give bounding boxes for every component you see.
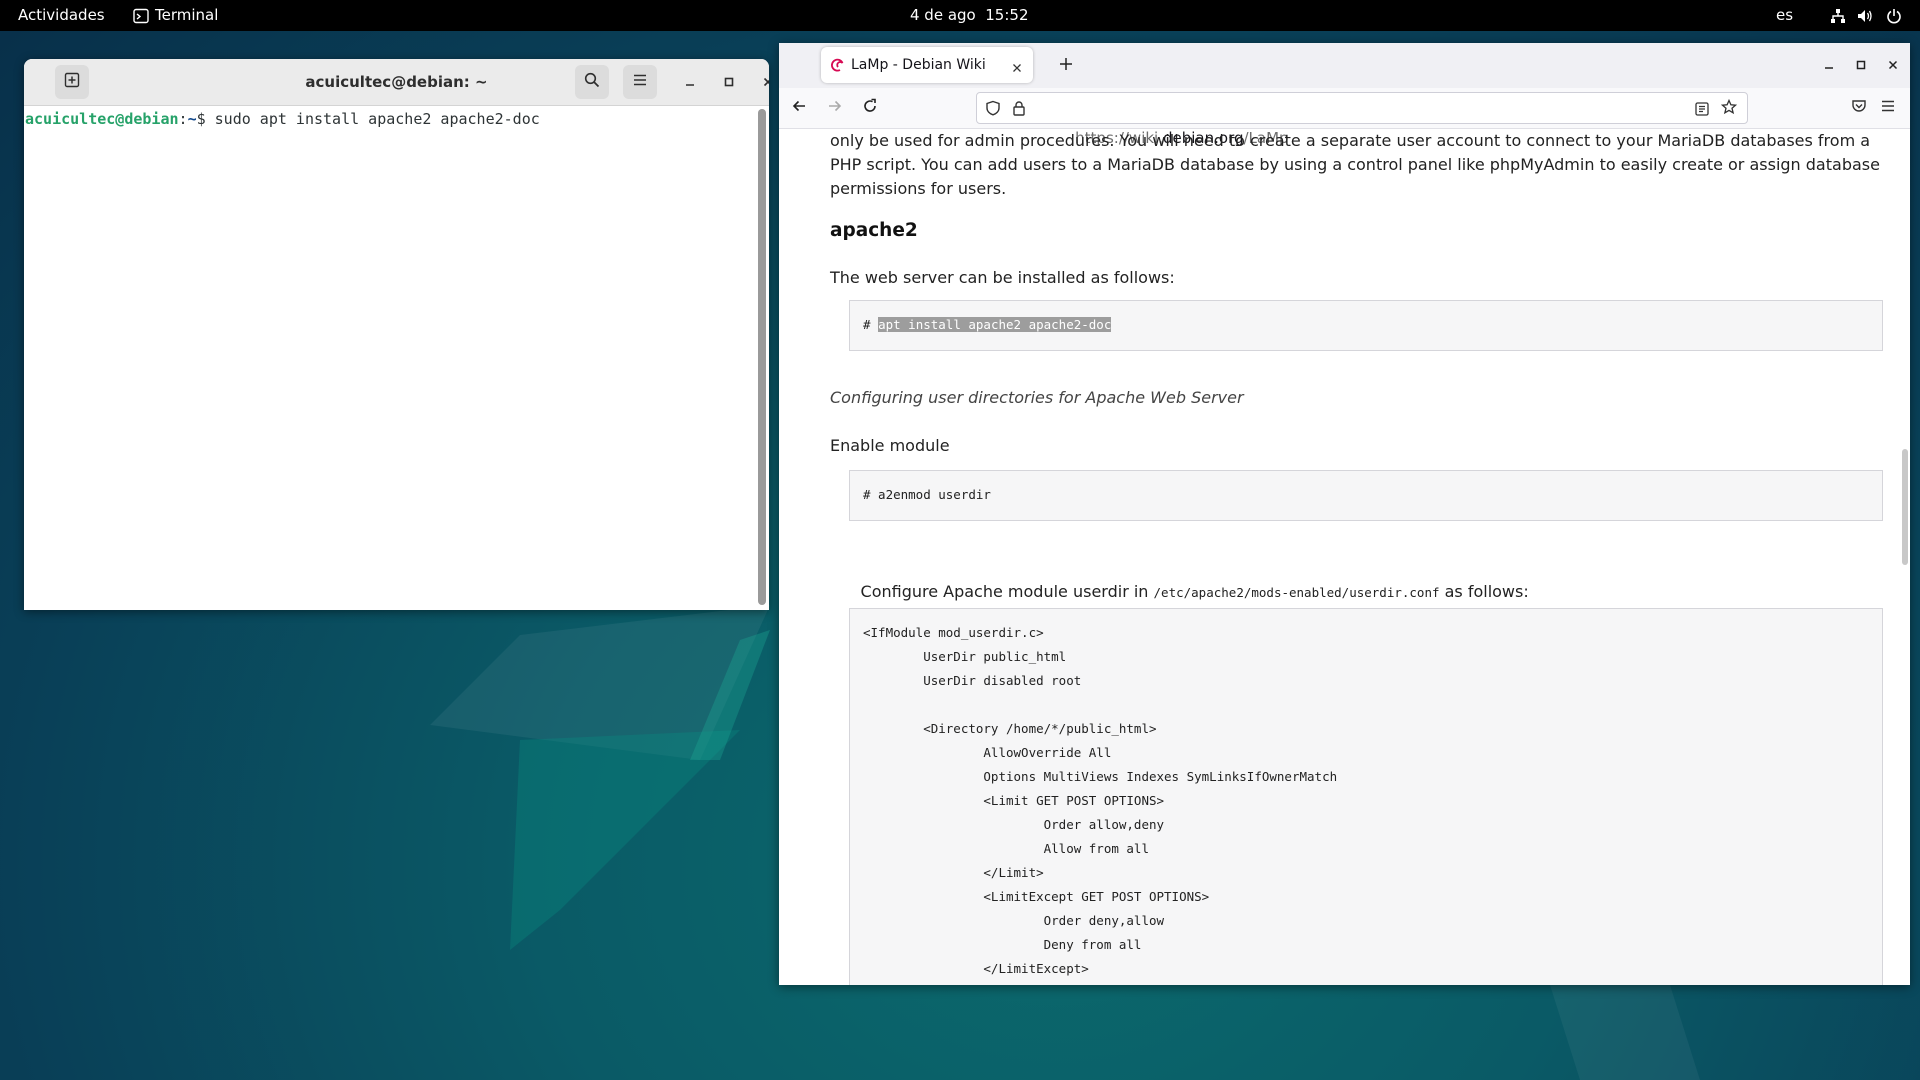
lock-icon[interactable]: [1011, 100, 1027, 120]
hamburger-icon: [632, 72, 648, 92]
forward-button[interactable]: [825, 98, 845, 118]
url-bar[interactable]: https://wiki.debian.org/LaMp: [976, 92, 1748, 147]
enable-code-block[interactable]: # a2enmod userdir: [849, 470, 1883, 521]
keyboard-layout-indicator[interactable]: es: [1776, 0, 1793, 31]
search-icon: [584, 72, 600, 92]
page-content[interactable]: only be used for admin procedures. You w…: [779, 129, 1910, 985]
intro-line-2: PHP script. You can add users to a Maria…: [830, 155, 1880, 174]
intro-line-3: permissions for users.: [830, 179, 1007, 198]
configure-suffix: as follows:: [1439, 582, 1529, 601]
tab-lamp-debian-wiki[interactable]: LaMp - Debian Wiki: [821, 47, 1033, 83]
app-menu-terminal[interactable]: Terminal: [133, 0, 218, 31]
tracking-protection-shield-icon[interactable]: [985, 100, 1001, 120]
clock[interactable]: 4 de ago 15:52: [910, 0, 1028, 31]
config-line: Order deny,allow: [863, 913, 1165, 928]
terminal-title: acuicultec@debian: ~: [305, 73, 488, 91]
config-line: UserDir disabled root: [863, 673, 1082, 688]
plus-icon: [1059, 56, 1073, 75]
minimize-icon: [684, 73, 696, 92]
prompt-separator: :: [178, 110, 188, 128]
config-line: Order allow,deny: [863, 817, 1165, 832]
tab-title: LaMp - Debian Wiki: [851, 57, 986, 73]
install-code-hash: #: [863, 317, 879, 332]
terminal-command: sudo apt install apache2 apache2-doc: [205, 110, 540, 128]
back-button[interactable]: [789, 98, 809, 118]
prompt-path: ~: [187, 110, 197, 128]
config-line: UserDir public_html: [863, 649, 1067, 664]
maximize-icon: [723, 73, 735, 92]
new-tab-icon: [64, 72, 80, 92]
userdir-subheading: Configuring user directories for Apache …: [830, 388, 1244, 407]
config-line: <IfModule mod_userdir.c>: [863, 625, 1044, 640]
terminal-scrollbar[interactable]: [758, 109, 766, 605]
intro-paragraph: only be used for admin procedures. You w…: [830, 129, 1880, 201]
debian-swirl-icon: [830, 57, 846, 77]
power-icon[interactable]: [1886, 8, 1902, 24]
browser-close-button[interactable]: [1885, 57, 1901, 73]
config-line: </Limit>: [863, 865, 1044, 880]
reload-icon: [862, 98, 878, 118]
terminal-window[interactable]: acuicultec@debian: ~ acuicultec@debian:~: [24, 59, 769, 610]
pocket-button[interactable]: [1850, 99, 1868, 117]
userdir-config-code-block[interactable]: <IfModule mod_userdir.c> UserDir public_…: [849, 608, 1883, 985]
terminal-headerbar[interactable]: acuicultec@debian: ~: [24, 59, 769, 106]
maximize-icon: [1855, 56, 1867, 75]
reader-view-icon[interactable]: [1695, 101, 1709, 120]
browser-maximize-button[interactable]: [1853, 57, 1869, 73]
config-line: AllowOverride All: [863, 745, 1112, 760]
top-bar: Actividades Terminal 4 de ago 15:52 es: [0, 0, 1920, 31]
minimize-icon: [1823, 56, 1835, 75]
config-line: </LimitExcept>: [863, 961, 1089, 976]
enable-module-label: Enable module: [830, 436, 950, 455]
browser-window[interactable]: LaMp - Debian Wiki https://wiki.debian.o…: [779, 43, 1910, 985]
browser-minimize-button[interactable]: [1821, 57, 1837, 73]
pocket-icon: [1851, 98, 1867, 118]
configure-prefix: Configure Apache module userdir in: [860, 582, 1154, 601]
maximize-button[interactable]: [716, 69, 742, 95]
install-code-command: apt install apache2 apache2-doc: [878, 317, 1112, 332]
new-tab-plus-button[interactable]: [1056, 55, 1076, 75]
network-icon[interactable]: [1830, 8, 1846, 24]
app-menu-label: Terminal: [155, 6, 219, 24]
page-scrollbar[interactable]: [1902, 449, 1908, 565]
close-icon: [1887, 56, 1899, 75]
close-icon: [762, 73, 769, 92]
section-heading-apache2: apache2: [830, 220, 918, 241]
config-line: <Limit GET POST OPTIONS>: [863, 793, 1165, 808]
minimize-button[interactable]: [677, 69, 703, 95]
config-line: Deny from all: [863, 937, 1142, 952]
install-code-line: # apt install apache2 apache2-doc: [863, 316, 1112, 334]
intro-line-1: only be used for admin procedures. You w…: [830, 131, 1871, 150]
navigation-toolbar: https://wiki.debian.org/LaMp: [779, 88, 1910, 147]
tab-strip: LaMp - Debian Wiki: [779, 43, 1910, 88]
config-line: <LimitExcept GET POST OPTIONS>: [863, 889, 1210, 904]
tab-close-icon[interactable]: [1011, 59, 1023, 78]
bookmark-star-icon[interactable]: [1720, 98, 1738, 119]
search-button[interactable]: [575, 65, 609, 99]
install-description: The web server can be installed as follo…: [830, 268, 1175, 287]
reload-button[interactable]: [860, 98, 880, 118]
prompt-user: acuicultec@debian: [25, 110, 179, 128]
volume-icon[interactable]: [1857, 8, 1873, 24]
config-line: Options MultiViews Indexes SymLinksIfOwn…: [863, 769, 1338, 784]
configure-path: /etc/apache2/mods-enabled/userdir.conf: [1153, 585, 1440, 600]
config-line: <Directory /home/*/public_html>: [863, 721, 1157, 736]
install-code-block[interactable]: # apt install apache2 apache2-doc: [849, 300, 1883, 351]
prompt-symbol: $: [196, 110, 206, 128]
terminal-icon: [133, 8, 149, 24]
activities-button[interactable]: Actividades: [18, 0, 105, 31]
new-tab-button[interactable]: [55, 65, 89, 99]
forward-arrow-icon: [827, 98, 843, 118]
hamburger-icon: [1880, 98, 1896, 118]
terminal-output[interactable]: acuicultec@debian:~$ sudo apt install ap…: [24, 106, 754, 610]
app-menu-button[interactable]: [1879, 99, 1897, 117]
enable-code-line: # a2enmod userdir: [863, 487, 991, 502]
config-line: Allow from all: [863, 841, 1149, 856]
back-arrow-icon: [791, 98, 807, 118]
menu-button[interactable]: [623, 65, 657, 99]
